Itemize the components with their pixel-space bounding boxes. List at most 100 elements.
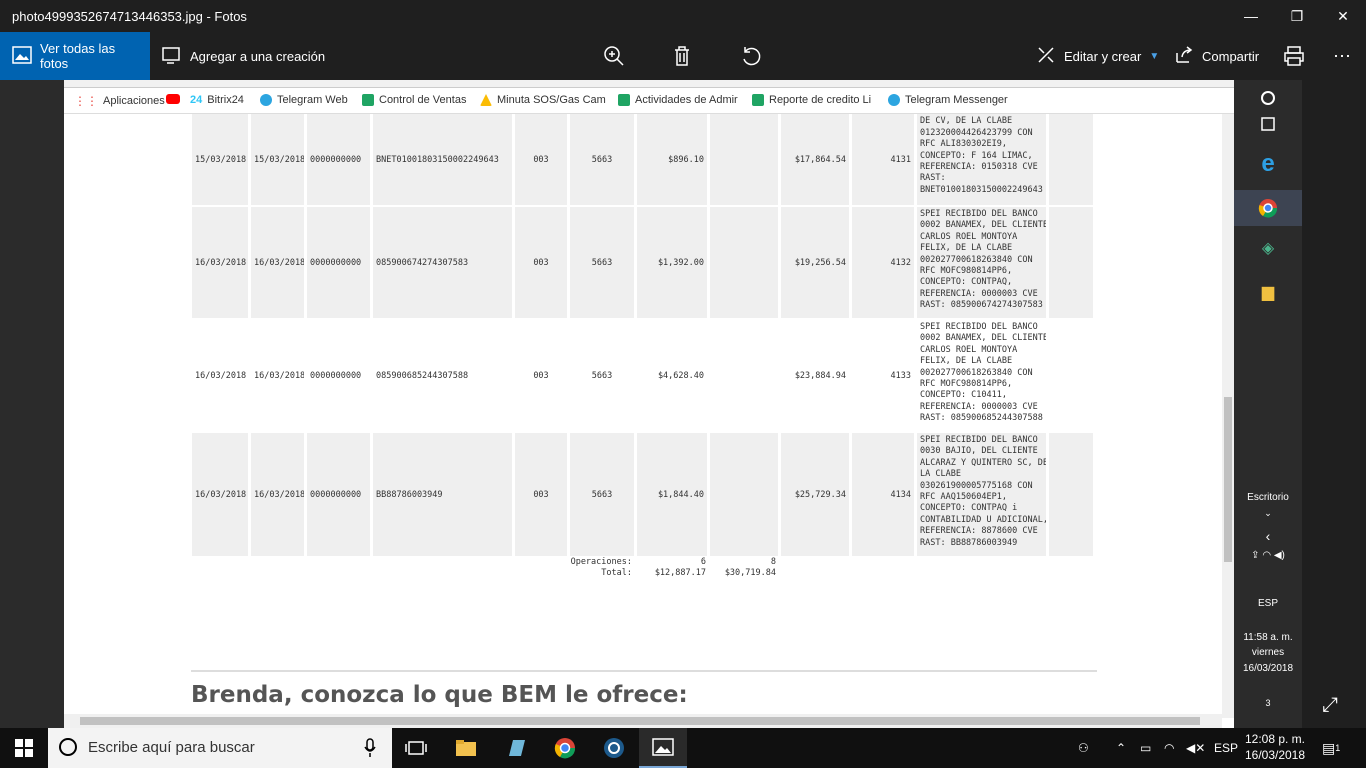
bookmark-label: Minuta SOS/Gas Cam: [497, 94, 606, 106]
bookmark-label: Control de Ventas: [379, 94, 467, 106]
window-title: photo4999352674713446353.jpg - Fotos: [12, 9, 247, 24]
bookmark-apps[interactable]: ⋮⋮ Aplicaciones: [74, 94, 165, 108]
chrome-icon[interactable]: [541, 728, 589, 768]
cell-date-op: 16/03/2018: [192, 207, 248, 318]
cell-reference: 085900685244307588: [373, 320, 512, 431]
cell-extra: [1049, 114, 1093, 205]
edit-icon: [1036, 45, 1056, 68]
cell-date-val: 16/03/2018: [251, 320, 304, 431]
bookmark-telegram-messenger[interactable]: Telegram Messenger: [888, 94, 1008, 106]
table-row: 15/03/2018 15/03/2018 0000000000 BNET010…: [192, 114, 1096, 205]
volume-muted-icon[interactable]: ◀✕: [1186, 728, 1205, 768]
shield-icon: ◈: [1261, 240, 1275, 257]
chevron-up-icon[interactable]: ⌃: [1116, 728, 1126, 768]
cell-deposit: $896.10: [637, 114, 707, 205]
notes-app-icon[interactable]: [492, 728, 540, 768]
maximize-button[interactable]: ❐: [1274, 0, 1320, 32]
cell-movement: 4133: [852, 320, 914, 431]
microphone-icon[interactable]: [364, 738, 376, 762]
clock-date: 16/03/2018: [1242, 663, 1294, 674]
youtube-icon: [166, 94, 180, 104]
more-options-icon[interactable]: ⋯: [1318, 32, 1366, 80]
cell-branch: 003: [515, 433, 567, 556]
share-label: Compartir: [1202, 48, 1260, 64]
minimize-button[interactable]: —: [1228, 0, 1274, 32]
zoom-in-icon[interactable]: [590, 32, 638, 80]
cell-concept-code: 5663: [570, 320, 634, 431]
bookmark-telegram-web[interactable]: Telegram Web: [260, 94, 348, 106]
vertical-scrollbar[interactable]: [1222, 114, 1234, 718]
withdrawal-total: $30,719.84: [724, 568, 776, 578]
tray-icons: ⇪ ◠ ◀): [1251, 550, 1285, 561]
notifications-icon[interactable]: ▤ 1: [1322, 728, 1340, 768]
view-all-photos-button[interactable]: Ver todas las fotos: [0, 32, 150, 80]
cell-withdrawal: [710, 320, 778, 431]
close-button[interactable]: ✕: [1320, 0, 1366, 32]
search-placeholder: Escribe aquí para buscar: [88, 739, 255, 756]
photos-toolbar: Ver todas las fotos Agregar a una creaci…: [0, 32, 1366, 80]
cell-branch: 003: [515, 114, 567, 205]
bookmark-youtube[interactable]: [166, 94, 180, 104]
operations-label: Operaciones:: [570, 557, 632, 567]
divider: [191, 670, 1097, 672]
battery-icon[interactable]: ▭: [1140, 728, 1151, 768]
add-to-creation-button[interactable]: Agregar a una creación: [162, 32, 325, 80]
cell-balance: $17,864.54: [781, 114, 849, 205]
bookmarks-bar: ⋮⋮ Aplicaciones 24 Bitrix24 Telegram Web…: [64, 88, 1234, 114]
rotate-icon[interactable]: [727, 32, 775, 80]
cell-withdrawal: [710, 433, 778, 556]
withdrawal-operations: 8: [770, 557, 776, 567]
browser-url-bar: [64, 80, 1234, 88]
photo-side-panel: e ◈ ▆ Escritorio ⌄ ‹ ⇪ ◠ ◀) ESP 11:58 a.…: [1234, 80, 1302, 728]
share-button[interactable]: Compartir: [1174, 32, 1259, 80]
cell-deposit: $4,628.40: [637, 320, 707, 431]
task-view-icon[interactable]: [392, 728, 440, 768]
edit-create-button[interactable]: Editar y crear ▼: [1036, 32, 1159, 80]
statement-page: 15/03/2018 15/03/2018 0000000000 BNET010…: [64, 114, 1222, 714]
taskbar-clock[interactable]: 12:08 p. m. 16/03/2018: [1240, 731, 1310, 763]
bookmark-minuta[interactable]: Minuta SOS/Gas Cam: [480, 94, 606, 106]
bookmark-control-ventas[interactable]: Control de Ventas: [362, 94, 466, 106]
drive-icon: [480, 94, 492, 106]
bookmark-bitrix24[interactable]: 24 Bitrix24: [190, 94, 244, 106]
print-icon[interactable]: [1270, 32, 1318, 80]
people-icon[interactable]: ⚇: [1078, 728, 1089, 768]
promo-heading: Brenda, conozca lo que BEM le ofrece:: [191, 682, 688, 708]
scroll-thumb[interactable]: [80, 717, 1200, 725]
cell-code: 0000000000: [307, 207, 370, 318]
cell-code: 0000000000: [307, 114, 370, 205]
notification-count: 3: [1265, 698, 1271, 708]
search-circle-icon: [58, 737, 78, 761]
desktop-label: Escritorio: [1247, 492, 1289, 503]
horizontal-scrollbar[interactable]: [64, 714, 1222, 728]
windows-start-icon[interactable]: [0, 728, 48, 768]
language-indicator[interactable]: ESP: [1214, 728, 1238, 768]
bookmark-label: Bitrix24: [207, 94, 244, 106]
cell-deposit: $1,844.40: [637, 433, 707, 556]
delete-icon[interactable]: [658, 32, 706, 80]
cell-reference: BNET01001803150002249643: [373, 114, 512, 205]
clock-time: 11:58 a. m.: [1243, 632, 1293, 643]
photos-icon: [12, 45, 32, 67]
bookmark-label: Telegram Messenger: [905, 94, 1008, 106]
file-explorer-icon[interactable]: [442, 728, 490, 768]
view-all-photos-label: Ver todas las fotos: [40, 41, 116, 71]
sheets-icon: [618, 94, 630, 106]
bookmark-actividades[interactable]: Actividades de Admir: [618, 94, 738, 106]
photos-app-icon[interactable]: [639, 728, 687, 768]
deposit-operations: 6: [700, 557, 706, 567]
cell-description: SPEI RECIBIDO DEL BANCO 0002 BANAMEX, DE…: [917, 207, 1046, 318]
cell-movement: 4132: [852, 207, 914, 318]
bookmark-reporte-credito[interactable]: Reporte de credito Li: [752, 94, 871, 106]
sheets-icon: [362, 94, 374, 106]
edge-icon: e: [1261, 150, 1275, 177]
wifi-icon[interactable]: ◠: [1164, 728, 1174, 768]
scroll-thumb[interactable]: [1224, 397, 1232, 562]
cell-date-op: 15/03/2018: [192, 114, 248, 205]
expand-icon[interactable]: ⤢: [1322, 694, 1338, 717]
chevron-down-icon: ⌄: [1264, 508, 1272, 518]
taskbar-search[interactable]: Escribe aquí para buscar: [48, 728, 392, 768]
app-gear-icon[interactable]: [590, 728, 638, 768]
cell-description: SPEI RECIBIDO DEL BANCO 0030 BAJIO, DEL …: [917, 433, 1046, 556]
title-bar: photo4999352674713446353.jpg - Fotos — ❐…: [0, 0, 1366, 32]
